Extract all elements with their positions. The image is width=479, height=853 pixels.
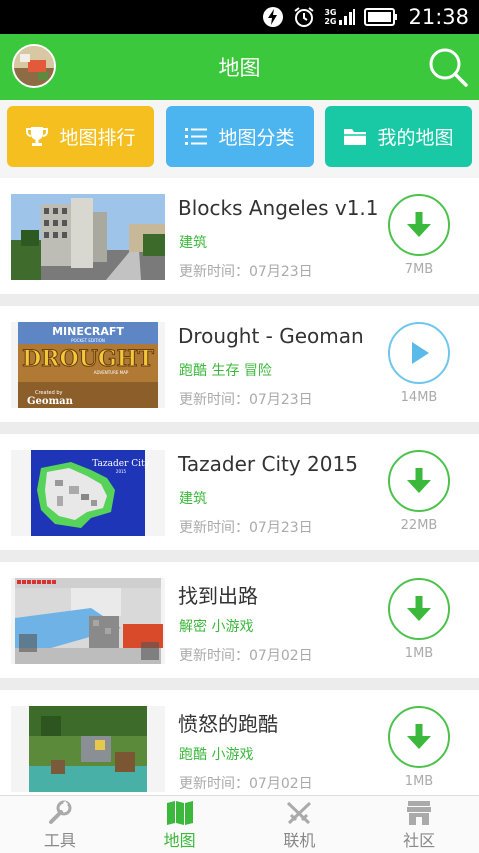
download-arrow-icon xyxy=(407,468,431,493)
thumb-adventure-map-text: ADVENTURE MAP xyxy=(94,370,129,375)
map-tags: 解密 小游戏 xyxy=(179,619,254,635)
play-button[interactable] xyxy=(388,322,450,384)
network-indicator: 3G 2G xyxy=(324,8,356,26)
list-item[interactable]: 愤怒的跑酷 跑酷 小游戏 更新时间：07月02日 1MB xyxy=(0,690,479,806)
map-size: 14MB xyxy=(400,390,438,405)
app-header: 地图 xyxy=(0,34,479,100)
flash-icon xyxy=(262,6,284,28)
thumb-tazader-title: Tazader City xyxy=(92,459,150,469)
category-bar: 地图排行 地图分类 我的地图 xyxy=(0,100,479,178)
network-top-label: 3G xyxy=(324,8,337,17)
my-maps-label: 我的地图 xyxy=(377,127,454,149)
search-icon xyxy=(429,48,468,87)
alarm-icon xyxy=(292,6,316,28)
play-icon xyxy=(412,342,429,364)
search-button[interactable] xyxy=(427,46,469,88)
map-update-date: 更新时间：07月23日 xyxy=(179,264,313,280)
bottom-nav: 工具 地图 联机 社区 xyxy=(0,795,479,853)
map-thumbnail xyxy=(11,578,165,664)
battery-icon xyxy=(364,8,398,26)
thumb-author-text: Geoman xyxy=(27,396,74,407)
map-icon xyxy=(166,799,194,827)
map-thumbnail: Tazader City 2015 xyxy=(11,450,165,536)
nav-community[interactable]: 社区 xyxy=(359,796,479,853)
status-bar: 3G 2G 21:38 xyxy=(0,0,479,34)
list-item[interactable]: 找到出路 解密 小游戏 更新时间：07月02日 1MB xyxy=(0,562,479,678)
avatar[interactable] xyxy=(12,44,56,88)
map-list: Blocks Angeles v1.1 建筑 更新时间：07月23日 7MB M… xyxy=(0,178,479,806)
map-tags: 建筑 xyxy=(179,491,207,507)
nav-multiplayer[interactable]: 联机 xyxy=(240,796,360,853)
map-ranking-button[interactable]: 地图排行 xyxy=(7,106,154,167)
map-tags: 跑酷 小游戏 xyxy=(179,747,254,763)
map-category-label: 地图分类 xyxy=(218,127,295,149)
list-icon xyxy=(184,126,208,148)
list-item[interactable]: Tazader City 2015 Tazader City 2015 建筑 更… xyxy=(0,434,479,550)
thumb-pocket-edition-text: POCKET EDITION xyxy=(71,338,105,343)
thumb-tazader-year: 2015 xyxy=(116,469,127,474)
map-update-date: 更新时间：07月02日 xyxy=(179,776,313,792)
list-item[interactable]: Blocks Angeles v1.1 建筑 更新时间：07月23日 7MB xyxy=(0,178,479,294)
trophy-icon xyxy=(25,125,49,149)
map-name: 愤怒的跑酷 xyxy=(178,712,278,736)
map-category-button[interactable]: 地图分类 xyxy=(165,106,314,167)
thumb-drought-title: DROUGHT xyxy=(22,346,154,372)
map-thumbnail xyxy=(11,194,165,280)
download-arrow-icon xyxy=(407,596,431,621)
map-tags: 跑酷 生存 冒险 xyxy=(179,363,272,379)
map-update-date: 更新时间：07月23日 xyxy=(179,520,313,536)
store-icon xyxy=(405,799,433,827)
wrench-icon xyxy=(47,799,73,827)
map-ranking-label: 地图排行 xyxy=(59,127,136,149)
download-button[interactable] xyxy=(388,706,450,768)
folder-icon xyxy=(343,127,367,147)
download-button[interactable] xyxy=(388,194,450,256)
map-name: Tazader City 2015 xyxy=(178,452,358,476)
nav-maps-label: 地图 xyxy=(163,830,196,850)
clock: 21:38 xyxy=(408,5,469,29)
map-tags: 建筑 xyxy=(179,235,207,251)
map-name: Blocks Angeles v1.1 xyxy=(178,196,379,220)
map-name: Drought - Geoman xyxy=(178,324,364,348)
swords-icon xyxy=(285,799,313,827)
map-size: 7MB xyxy=(404,262,434,277)
page-title: 地图 xyxy=(218,56,261,80)
map-thumbnail xyxy=(11,706,165,792)
map-size: 22MB xyxy=(400,518,438,533)
map-update-date: 更新时间：07月23日 xyxy=(179,392,313,408)
my-maps-button[interactable]: 我的地图 xyxy=(325,106,472,167)
download-button[interactable] xyxy=(388,450,450,512)
map-thumbnail: MINECRAFT POCKET EDITION DROUGHT ADVENTU… xyxy=(11,322,165,408)
nav-tools[interactable]: 工具 xyxy=(0,796,120,853)
thumb-minecraft-text: MINECRAFT xyxy=(52,325,124,338)
nav-maps[interactable]: 地图 xyxy=(120,796,240,853)
network-bottom-label: 2G xyxy=(324,17,337,26)
download-arrow-icon xyxy=(407,212,431,237)
download-arrow-icon xyxy=(407,724,431,749)
download-button[interactable] xyxy=(388,578,450,640)
map-update-date: 更新时间：07月02日 xyxy=(179,648,313,664)
nav-community-label: 社区 xyxy=(403,830,436,850)
map-size: 1MB xyxy=(404,774,434,789)
list-item[interactable]: MINECRAFT POCKET EDITION DROUGHT ADVENTU… xyxy=(0,306,479,422)
map-size: 1MB xyxy=(404,646,434,661)
map-name: 找到出路 xyxy=(178,584,258,608)
nav-multiplayer-label: 联机 xyxy=(283,830,316,850)
nav-tools-label: 工具 xyxy=(43,830,76,850)
